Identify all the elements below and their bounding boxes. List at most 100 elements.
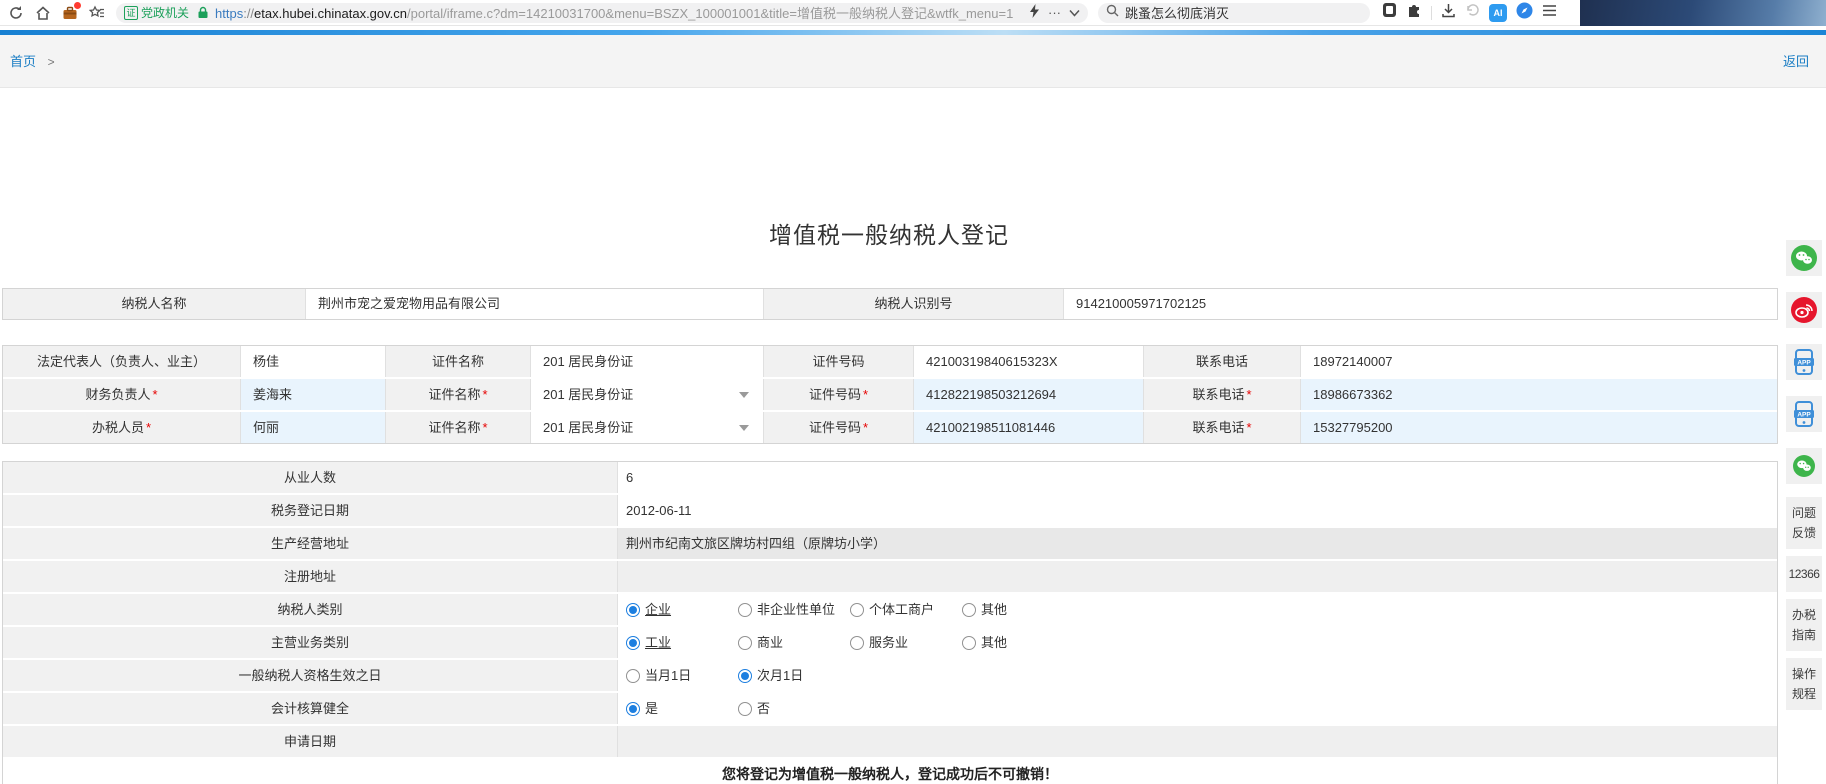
radio-option[interactable]: 商业: [738, 627, 850, 658]
extensions-puzzle-icon[interactable]: [1406, 2, 1422, 23]
radio-icon[interactable]: [626, 636, 640, 650]
compass-icon[interactable]: [1516, 2, 1533, 24]
accounting-sound-options: 是 否: [618, 693, 1777, 724]
radio-option[interactable]: 服务业: [850, 627, 962, 658]
radio-icon[interactable]: [850, 603, 864, 617]
lightning-icon[interactable]: [1029, 4, 1040, 21]
tax-clerk-row: 办税人员* 何丽 证件名称* 201 居民身份证 证件号码* 421002198…: [3, 412, 1777, 443]
taxpayer-type-label: 纳税人类别: [3, 594, 618, 625]
radio-option[interactable]: 否: [738, 693, 850, 724]
toolbar-divider: [1431, 6, 1432, 20]
reg-date-value: 2012-06-11: [618, 495, 1777, 526]
reg-date-label: 税务登记日期: [3, 495, 618, 526]
screen: 证 党政机关 https://etax.hubei.chinatax.gov.c…: [0, 0, 1826, 784]
more-dots-icon[interactable]: ···: [1048, 5, 1061, 20]
undo-history-icon[interactable]: [1465, 3, 1480, 23]
radio-option[interactable]: 是: [626, 693, 738, 724]
cert-name-label: 证件名称*: [386, 412, 531, 443]
taxpayer-id-value: 914210005971702125: [1064, 289, 1777, 319]
phone-value: 18972140007: [1301, 346, 1777, 377]
reg-date-row: 税务登记日期 2012-06-11: [3, 495, 1777, 528]
toolbar-right-icons: AI: [1382, 2, 1566, 24]
finance-officer-row: 财务负责人* 姜海来 证件名称* 201 居民身份证 证件号码* 4128221…: [3, 379, 1777, 412]
business-type-row: 主营业务类别 工业 商业 服务业 其他: [3, 627, 1777, 660]
radio-option[interactable]: 非企业性单位: [738, 594, 850, 625]
radio-option[interactable]: 其他: [962, 594, 1074, 625]
radio-option[interactable]: 次月1日: [738, 660, 850, 691]
home-icon[interactable]: [35, 5, 51, 21]
browser-theme-corner: [1580, 0, 1826, 26]
ai-assistant-icon[interactable]: AI: [1489, 4, 1507, 22]
phone-field[interactable]: 18986673362: [1301, 379, 1777, 410]
taxpayer-type-row: 纳税人类别 企业 非企业性单位 个体工商户 其他: [3, 594, 1777, 627]
legal-rep-name: 杨佳: [241, 346, 386, 377]
cert-type-dropdown[interactable]: 201 居民身份证: [531, 412, 764, 443]
mobile-app-icon[interactable]: APP: [1786, 396, 1822, 432]
effective-date-row: 一般纳税人资格生效之日 当月1日 次月1日: [3, 660, 1777, 693]
radio-icon[interactable]: [738, 669, 752, 683]
download-icon[interactable]: [1441, 3, 1456, 23]
cert-no-field[interactable]: 421002198511081446: [914, 412, 1144, 443]
search-input[interactable]: 跳蚤怎么彻底消灭: [1098, 3, 1370, 23]
phone-label: 联系电话*: [1144, 412, 1301, 443]
reload-icon[interactable]: [8, 5, 24, 21]
radio-option[interactable]: 其他: [962, 627, 1074, 658]
business-type-label: 主营业务类别: [3, 627, 618, 658]
breadcrumb-home-link[interactable]: 首页: [10, 54, 36, 69]
sidebar-feedback-button[interactable]: 问题反馈: [1786, 497, 1822, 549]
wechat-icon[interactable]: [1786, 240, 1822, 276]
finance-officer-name-field[interactable]: 姜海来: [241, 379, 386, 410]
reader-icon[interactable]: [1382, 2, 1397, 23]
cert-no-field[interactable]: 412822198503212694: [914, 379, 1144, 410]
mobile-app-icon[interactable]: APP: [1786, 344, 1822, 380]
radio-icon[interactable]: [962, 636, 976, 650]
radio-icon[interactable]: [626, 669, 640, 683]
cert-type-value: 201 居民身份证: [531, 346, 764, 377]
phone-label: 联系电话: [1144, 346, 1301, 377]
employees-row: 从业人数 6: [3, 462, 1777, 495]
legal-rep-row: 法定代表人（负责人、业主） 杨佳 证件名称 201 居民身份证 证件号码 421…: [3, 346, 1777, 379]
wechat-small-icon[interactable]: [1786, 448, 1822, 484]
taxpayer-basic-table: 纳税人名称 荆州市宠之爱宠物用品有限公司 纳税人识别号 914210005971…: [2, 288, 1778, 320]
apply-date-row: 申请日期: [3, 726, 1777, 759]
sidebar-procedure-button[interactable]: 操作规程: [1786, 658, 1822, 710]
cert-no-value: 42100319840615323X: [914, 346, 1144, 377]
irrevocable-warning-text: 您将登记为增值税一般纳税人，登记成功后不可撤销！: [3, 759, 1777, 784]
radio-option[interactable]: 企业: [626, 594, 738, 625]
radio-icon[interactable]: [626, 603, 640, 617]
chevron-down-icon[interactable]: [1069, 5, 1080, 20]
cert-type-dropdown[interactable]: 201 居民身份证: [531, 379, 764, 410]
search-icon: [1106, 4, 1119, 22]
tax-clerk-name-field[interactable]: 何丽: [241, 412, 386, 443]
radio-icon[interactable]: [738, 702, 752, 716]
radio-option[interactable]: 当月1日: [626, 660, 738, 691]
address-bar[interactable]: 证 党政机关 https://etax.hubei.chinatax.gov.c…: [116, 3, 1088, 23]
business-address-label: 生产经营地址: [3, 528, 618, 559]
radio-icon[interactable]: [850, 636, 864, 650]
table-row: 纳税人名称 荆州市宠之爱宠物用品有限公司 纳税人识别号 914210005971…: [3, 289, 1777, 319]
back-link[interactable]: 返回: [1783, 35, 1809, 88]
radio-icon[interactable]: [738, 636, 752, 650]
weibo-icon[interactable]: [1786, 292, 1822, 328]
chevron-down-icon: [739, 392, 749, 398]
registered-address-label: 注册地址: [3, 561, 618, 592]
effective-date-label: 一般纳税人资格生效之日: [3, 660, 618, 691]
site-certification-badge[interactable]: 证 党政机关: [124, 4, 189, 21]
radio-icon[interactable]: [626, 702, 640, 716]
radio-icon[interactable]: [962, 603, 976, 617]
cert-name-label: 证件名称: [386, 346, 531, 377]
svg-text:APP: APP: [1797, 412, 1811, 419]
menu-hamburger-icon[interactable]: [1542, 4, 1557, 22]
radio-option[interactable]: 个体工商户: [850, 594, 962, 625]
briefcase-icon[interactable]: [62, 5, 78, 21]
sidebar-hotline-button[interactable]: 12366: [1786, 556, 1822, 592]
taxpayer-name-value: 荆州市宠之爱宠物用品有限公司: [306, 289, 764, 319]
accounting-sound-row: 会计核算健全 是 否: [3, 693, 1777, 726]
phone-field[interactable]: 15327795200: [1301, 412, 1777, 443]
radio-icon[interactable]: [738, 603, 752, 617]
cert-no-label: 证件号码*: [764, 379, 914, 410]
sidebar-tax-guide-button[interactable]: 办税指南: [1786, 599, 1822, 651]
bookmark-star-icon[interactable]: [89, 5, 105, 21]
url-text[interactable]: https://etax.hubei.chinatax.gov.cn/porta…: [215, 3, 1021, 22]
radio-option[interactable]: 工业: [626, 627, 738, 658]
